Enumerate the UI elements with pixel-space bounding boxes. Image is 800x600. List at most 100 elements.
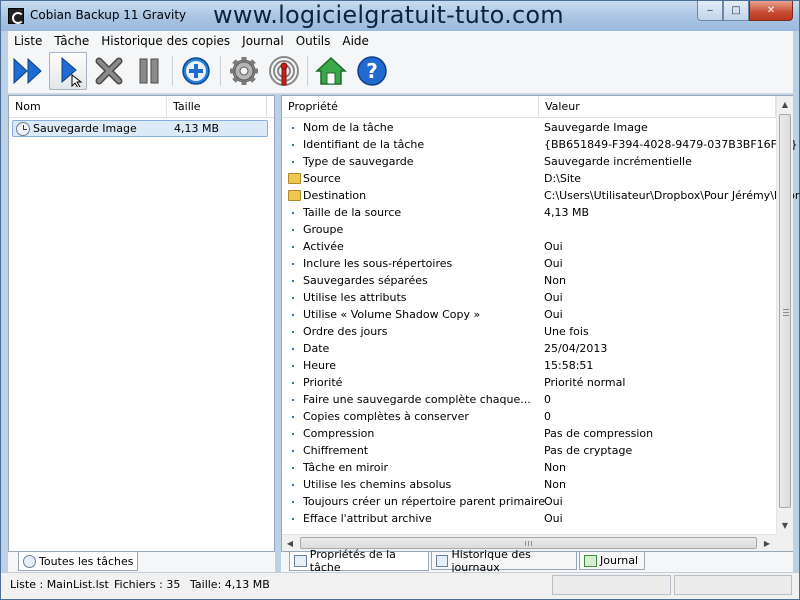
property-row[interactable]: Inclure les sous-répertoires Oui: [282, 256, 776, 273]
property-name: Utilise les chemins absolus: [303, 478, 452, 491]
window-title: Cobian Backup 11 Gravity: [30, 8, 187, 22]
property-row[interactable]: Identifiant de la tâche {BB651849-F394-40…: [282, 137, 798, 154]
scroll-up-arrow-icon[interactable]: ▲: [777, 96, 793, 112]
scroll-left-arrow-icon[interactable]: ◀: [282, 535, 298, 551]
scroll-thumb[interactable]: [779, 114, 791, 508]
pause-icon: [139, 58, 159, 84]
property-value: 25/04/2013: [544, 342, 608, 355]
task-list-header: Nom Taille: [9, 96, 274, 118]
pause-button[interactable]: [130, 52, 168, 90]
property-value: Non: [544, 274, 566, 287]
property-row[interactable]: Utilise les attributs Oui: [282, 290, 776, 307]
menu-aide[interactable]: Aide: [336, 34, 375, 48]
bullet-icon: [292, 144, 294, 146]
status-files: Fichiers : 35: [114, 578, 181, 591]
cancel-icon: [95, 57, 123, 85]
maximize-button[interactable]: □: [723, 1, 749, 21]
bullet-icon: [292, 161, 294, 163]
task-row[interactable]: Sauvegarde Image 4,13 MB: [12, 120, 268, 137]
property-value: 15:58:51: [544, 359, 594, 372]
run-selected-button[interactable]: [49, 52, 87, 90]
property-name: Activée: [303, 240, 344, 253]
add-task-button[interactable]: [177, 52, 215, 90]
properties-icon: [294, 555, 307, 567]
property-value: Oui: [544, 512, 563, 525]
tab-label: Propriétés de la tâche: [309, 548, 396, 574]
bullet-icon: [292, 212, 294, 214]
property-name: Destination: [303, 189, 367, 202]
settings-button[interactable]: [225, 52, 263, 90]
home-button[interactable]: [312, 52, 350, 90]
properties-pane: Propriété Valeur Nom de la tâche Sauvegar…: [281, 95, 799, 552]
bullet-icon: [292, 280, 294, 282]
property-row[interactable]: Efface l'attribut archive Oui: [282, 511, 776, 528]
tab-proprietes[interactable]: Propriétés de la tâche: [289, 548, 429, 574]
property-row[interactable]: Tâche en miroir Non: [282, 460, 776, 477]
network-icon: [269, 56, 299, 86]
menu-outils[interactable]: Outils: [290, 34, 337, 48]
column-propriete[interactable]: Propriété: [282, 96, 539, 118]
tab-journal[interactable]: Journal: [579, 552, 645, 570]
bullet-icon: [292, 518, 294, 520]
property-value: Sauvegarde Image: [544, 121, 648, 134]
column-valeur[interactable]: Valeur: [539, 96, 776, 118]
property-row[interactable]: Utilise les chemins absolus Non: [282, 477, 776, 494]
property-value: Pas de cryptage: [544, 444, 633, 457]
tab-label: Historique des journaux: [451, 547, 531, 574]
property-row[interactable]: Ordre des jours Une fois: [282, 324, 776, 341]
tab-label: Toutes les tâches: [39, 554, 134, 568]
tab-historique-journaux[interactable]: Historique des journaux: [431, 548, 577, 574]
property-row[interactable]: Source D:\Site: [282, 171, 776, 188]
property-row[interactable]: Faire une sauvegarde complète chaque... 0: [282, 392, 776, 409]
right-tab-strip: Propriétés de la tâche Historique des jo…: [281, 548, 793, 574]
property-name: Source: [303, 172, 341, 185]
menu-liste[interactable]: Liste: [8, 34, 48, 48]
scroll-down-arrow-icon[interactable]: ▼: [777, 517, 793, 533]
property-row[interactable]: Activée Oui: [282, 239, 776, 256]
property-row[interactable]: Toujours créer un répertoire parent prim…: [282, 494, 776, 511]
run-all-button[interactable]: [10, 52, 48, 90]
bullet-icon: [292, 314, 294, 316]
property-row[interactable]: Sauvegardes séparées Non: [282, 273, 776, 290]
property-row[interactable]: Destination C:\Users\Utilisateur\Dropbox\…: [282, 188, 799, 205]
task-list-pane: Nom Taille Sauvegarde Image 4,13 MB: [8, 95, 275, 552]
property-row[interactable]: Heure 15:58:51: [282, 358, 776, 375]
property-name: Taille de la source: [303, 206, 402, 219]
property-name: Utilise les attributs: [303, 291, 407, 304]
cancel-button[interactable]: [90, 52, 128, 90]
settings-icon: [230, 57, 258, 85]
properties-list: Nom de la tâche Sauvegarde Image Identifia…: [282, 120, 799, 528]
property-name: Ordre des jours: [303, 325, 388, 338]
property-name: Chiffrement: [303, 444, 369, 457]
column-nom[interactable]: Nom: [9, 96, 167, 118]
help-button[interactable]: ?: [353, 52, 391, 90]
property-row[interactable]: Compression Pas de compression: [282, 426, 776, 443]
close-button[interactable]: ✕: [749, 1, 793, 21]
property-row[interactable]: Utilise « Volume Shadow Copy » Oui: [282, 307, 776, 324]
bullet-icon: [292, 331, 294, 333]
menu-tache[interactable]: Tâche: [48, 34, 95, 48]
property-row[interactable]: Date 25/04/2013: [282, 341, 776, 358]
property-row[interactable]: Chiffrement Pas de cryptage: [282, 443, 776, 460]
property-row[interactable]: Type de sauvegarde Sauvegarde incrémentie…: [282, 154, 776, 171]
property-row[interactable]: Nom de la tâche Sauvegarde Image: [282, 120, 776, 137]
property-row[interactable]: Taille de la source 4,13 MB: [282, 205, 776, 222]
minimize-button[interactable]: ‒: [697, 1, 723, 21]
menu-journal[interactable]: Journal: [236, 34, 290, 48]
column-taille[interactable]: Taille: [167, 96, 267, 118]
property-row[interactable]: Groupe: [282, 222, 776, 239]
scroll-right-arrow-icon[interactable]: ▶: [759, 535, 775, 551]
scroll-corner: [776, 534, 793, 551]
bullet-icon: [292, 348, 294, 350]
network-button[interactable]: [265, 52, 303, 90]
property-value: Oui: [544, 495, 563, 508]
property-value: 0: [544, 410, 551, 423]
property-row[interactable]: Copies complètes à conserver 0: [282, 409, 776, 426]
property-row[interactable]: Priorité Priorité normal: [282, 375, 776, 392]
bullet-icon: [292, 263, 294, 265]
clock-icon: [16, 122, 30, 136]
tab-toutes-les-taches[interactable]: Toutes les tâches: [18, 552, 138, 571]
vertical-scrollbar[interactable]: ▲ ▼: [776, 96, 793, 534]
menu-historique[interactable]: Historique des copies: [95, 34, 236, 48]
property-name: Identifiant de la tâche: [303, 138, 425, 151]
